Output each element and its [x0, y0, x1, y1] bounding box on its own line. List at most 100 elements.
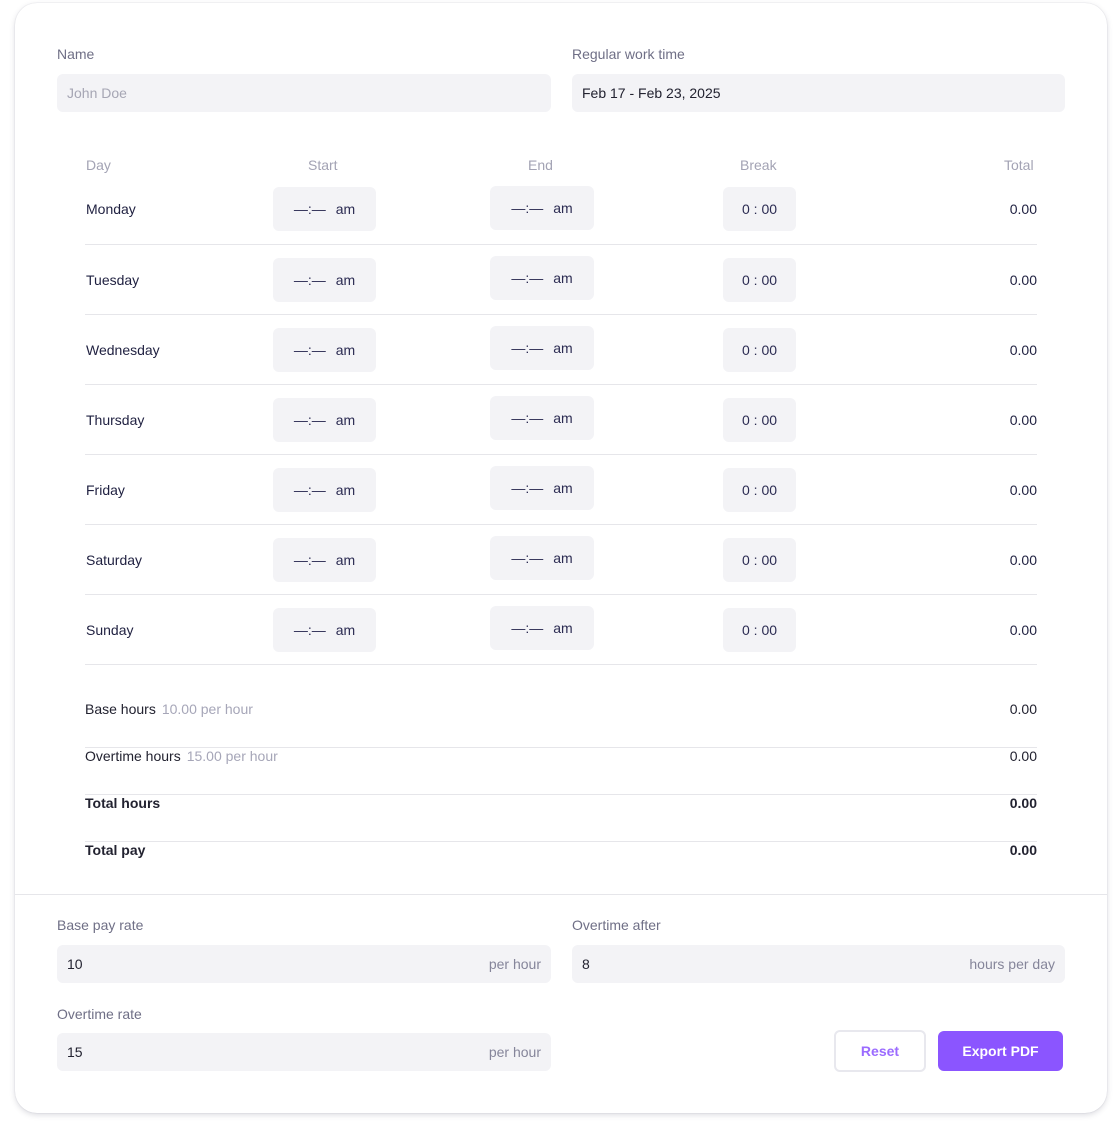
break-value: 0 : 00 [741, 201, 778, 217]
end-ampm[interactable]: am [553, 480, 572, 496]
end-time-input[interactable]: —:— am [490, 396, 594, 440]
end-time-value: —:— [511, 410, 544, 426]
summary-total-pay: Total pay 0.00 [85, 842, 1037, 889]
overtime-hours-value: 0.00 [1009, 748, 1037, 764]
work-time-date-range-input[interactable]: Feb 17 - Feb 23, 2025 [572, 74, 1065, 112]
break-time-input[interactable]: 0 : 00 [723, 398, 796, 442]
end-ampm[interactable]: am [553, 550, 572, 566]
start-time-input[interactable]: —:— am [273, 538, 376, 582]
start-time-input[interactable]: —:— am [273, 328, 376, 372]
start-ampm[interactable]: am [336, 552, 355, 568]
break-time-input[interactable]: 0 : 00 [723, 608, 796, 652]
name-label: Name [57, 46, 95, 62]
day-label: Monday [86, 201, 136, 217]
end-ampm[interactable]: am [553, 410, 572, 426]
start-time-input[interactable]: —:— am [273, 398, 376, 442]
row-divider [85, 664, 1037, 665]
base-pay-rate-label: Base pay rate [57, 917, 144, 933]
row-total: 0.00 [1009, 412, 1037, 428]
overtime-rate-input[interactable]: 15 per hour [57, 1033, 551, 1071]
break-value: 0 : 00 [741, 552, 778, 568]
end-ampm[interactable]: am [553, 620, 572, 636]
total-hours-value: 0.00 [1009, 795, 1037, 811]
base-pay-rate-value: 10 [67, 956, 83, 972]
break-time-input[interactable]: 0 : 00 [723, 328, 796, 372]
name-input[interactable]: John Doe [57, 74, 551, 112]
end-time-input[interactable]: —:— am [490, 606, 594, 650]
start-time-input[interactable]: —:— am [273, 608, 376, 652]
row-total: 0.00 [1009, 482, 1037, 498]
reset-button[interactable]: Reset [834, 1030, 926, 1072]
end-time-value: —:— [511, 270, 544, 286]
base-hours-value: 0.00 [1009, 701, 1037, 717]
start-ampm[interactable]: am [336, 201, 355, 217]
row-total: 0.00 [1009, 622, 1037, 638]
break-value: 0 : 00 [741, 342, 778, 358]
start-ampm[interactable]: am [336, 272, 355, 288]
work-time-label: Regular work time [572, 46, 685, 62]
end-time-input[interactable]: —:— am [490, 536, 594, 580]
overtime-hours-rate: 15.00 per hour [186, 748, 278, 764]
table-row-thursday: Thursday —:— am —:— am 0 : 00 0.00 [85, 385, 1037, 455]
break-time-input[interactable]: 0 : 00 [723, 538, 796, 582]
day-label: Thursday [86, 412, 145, 428]
total-hours-label: Total hours [85, 795, 161, 811]
start-time-value: —:— [293, 342, 326, 358]
row-total: 0.00 [1009, 272, 1037, 288]
break-value: 0 : 00 [741, 482, 778, 498]
break-time-input[interactable]: 0 : 00 [723, 258, 796, 302]
break-value: 0 : 00 [741, 622, 778, 638]
name-placeholder: John Doe [67, 85, 127, 101]
end-time-value: —:— [511, 550, 544, 566]
start-time-value: —:— [293, 412, 326, 428]
row-total: 0.00 [1009, 552, 1037, 568]
start-time-value: —:— [293, 622, 326, 638]
summary-base-hours: Base hours 10.00 per hour 0.00 [85, 701, 1037, 748]
work-time-value: Feb 17 - Feb 23, 2025 [582, 85, 721, 101]
header-end: End [528, 157, 553, 173]
total-pay-value: 0.00 [1009, 842, 1037, 858]
row-total: 0.00 [1009, 201, 1037, 217]
day-label: Wednesday [86, 342, 160, 358]
day-label: Tuesday [86, 272, 140, 288]
start-time-value: —:— [293, 272, 326, 288]
export-pdf-button[interactable]: Export PDF [938, 1031, 1063, 1071]
row-total: 0.00 [1009, 342, 1037, 358]
base-pay-rate-input[interactable]: 10 per hour [57, 945, 551, 983]
overtime-after-suffix: hours per day [969, 956, 1055, 972]
start-time-input[interactable]: —:— am [273, 468, 376, 512]
end-time-input[interactable]: —:— am [490, 256, 594, 300]
table-row-tuesday: Tuesday —:— am —:— am 0 : 00 0.00 [85, 245, 1037, 315]
end-time-value: —:— [511, 620, 544, 636]
end-time-input[interactable]: —:— am [490, 466, 594, 510]
start-ampm[interactable]: am [336, 342, 355, 358]
table-row-monday: Monday —:— am —:— am 0 : 00 0.00 [85, 175, 1037, 245]
summary-total-hours: Total hours 0.00 [85, 795, 1037, 842]
end-ampm[interactable]: am [553, 270, 572, 286]
start-time-input[interactable]: —:— am [273, 187, 376, 231]
table-row-friday: Friday —:— am —:— am 0 : 00 0.00 [85, 455, 1037, 525]
start-ampm[interactable]: am [336, 482, 355, 498]
end-time-input[interactable]: —:— am [490, 186, 594, 230]
start-ampm[interactable]: am [336, 412, 355, 428]
break-time-input[interactable]: 0 : 00 [723, 468, 796, 512]
end-ampm[interactable]: am [553, 200, 572, 216]
table-row-wednesday: Wednesday —:— am —:— am 0 : 00 0.00 [85, 315, 1037, 385]
day-label: Sunday [86, 622, 134, 638]
overtime-rate-value: 15 [67, 1044, 83, 1060]
break-value: 0 : 00 [741, 412, 778, 428]
base-hours-rate: 10.00 per hour [161, 701, 253, 717]
end-ampm[interactable]: am [553, 340, 572, 356]
header-day: Day [86, 157, 111, 173]
break-time-input[interactable]: 0 : 00 [723, 187, 796, 231]
overtime-after-input[interactable]: 8 hours per day [572, 945, 1065, 983]
overtime-rate-suffix: per hour [488, 1044, 541, 1060]
total-pay-label: Total pay [85, 842, 146, 858]
overtime-hours-label: Overtime hours [85, 748, 181, 764]
end-time-input[interactable]: —:— am [490, 326, 594, 370]
end-time-value: —:— [511, 480, 544, 496]
base-hours-label: Base hours [85, 701, 156, 717]
start-ampm[interactable]: am [336, 622, 355, 638]
start-time-input[interactable]: —:— am [273, 258, 376, 302]
overtime-after-label: Overtime after [572, 917, 661, 933]
